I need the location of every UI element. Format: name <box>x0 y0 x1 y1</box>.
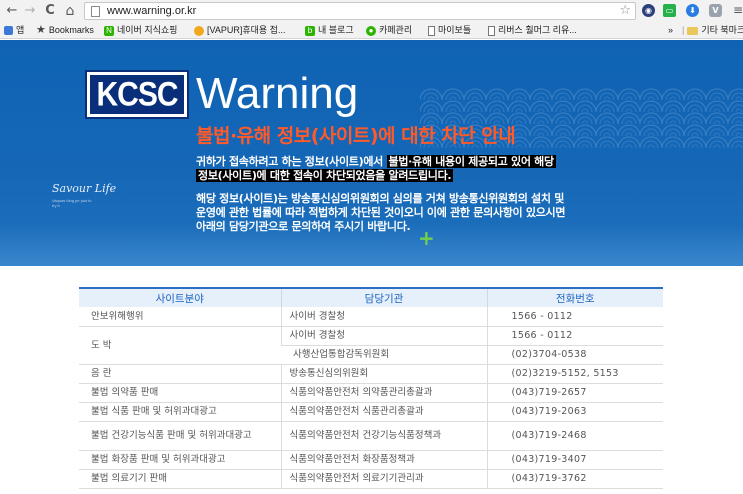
phone-cell: (043)719-3407 <box>486 450 663 470</box>
folder-icon <box>687 26 699 35</box>
table-row: 불법 의약품 판매 식품의약품안전처 의약품관리총괄과 (043)719-265… <box>79 383 663 403</box>
browser-toolbar: ← → C ⌂ www.warning.or.kr ☆ ◉ ▭ ⬇ V ≡ <box>0 0 743 22</box>
agency-cell: 사이버 경찰청 <box>280 326 487 346</box>
extension-download-icon[interactable]: ⬇ <box>686 4 699 17</box>
agency-cell: 식품의약품안전처 화장품정책과 <box>280 450 487 470</box>
bookmark-star-icon[interactable]: ☆ <box>619 3 631 19</box>
agency-cell: 식품의약품안전처 의료기기관리과 <box>280 469 487 489</box>
field-cell: 도 박 <box>79 326 281 365</box>
page-icon <box>488 25 495 36</box>
vapur-icon <box>194 25 204 36</box>
agency-cell: 사행산업통합감독위원회 <box>281 345 487 365</box>
bookmark-label: 마이보틀 <box>438 25 472 35</box>
agency-cell: 식품의약품안전처 의약품관리총괄과 <box>280 383 487 403</box>
table-row: 불법 화장품 판매 및 허위과대광고 식품의약품안전처 화장품정책과 (043)… <box>79 450 663 470</box>
detail-line-2: 운영에 관한 법률에 따라 적법하게 차단된 것이오니 이에 관한 문의사항이 … <box>196 206 566 219</box>
address-bar[interactable]: www.warning.or.kr ☆ <box>84 2 636 20</box>
extension-tab-icon[interactable]: ▭ <box>663 4 676 17</box>
bookmark-mybottle[interactable]: 마이보틀 <box>428 24 471 37</box>
phone-cell: (043)719-2657 <box>486 383 663 403</box>
phone-cell: 1566 - 0112 <box>486 307 663 327</box>
bookmarks-overflow-button[interactable]: » <box>668 24 673 37</box>
bookmark-my-blog[interactable]: b 내 블로그 <box>305 24 354 37</box>
agency-cell: 사이버 경찰청 <box>280 307 487 327</box>
phone-cell: (043)719-2063 <box>486 402 663 422</box>
table-row: 도 박 사이버 경찰청 1566 - 0112 <box>79 326 663 365</box>
field-cell: 불법 건강기능식품 판매 및 허위과대광고 <box>79 421 281 451</box>
contact-table: 사이트분야 담당기관 전화번호 안보위해행위 사이버 경찰청 1566 - 01… <box>79 287 663 489</box>
url-text: www.warning.or.kr <box>107 5 197 17</box>
watermark-subtext: Vaquas blog pe·just to try it <box>52 198 92 208</box>
bookmark-label: Bookmarks <box>48 25 94 35</box>
home-icon[interactable]: ⌂ <box>62 3 78 19</box>
forward-arrow-icon[interactable]: → <box>22 3 38 19</box>
bookmark-label: 카페관리 <box>379 25 413 35</box>
phone-cell: (02)3704-0538 <box>486 345 663 365</box>
table-row: 안보위해행위 사이버 경찰청 1566 - 0112 <box>79 307 663 327</box>
bookmark-other-folder[interactable]: | 기타 북마크 <box>682 24 743 37</box>
page-icon <box>428 25 435 36</box>
notice-line-1: 귀하가 접속하려고 하는 정보(사이트)에서 불법·유해 내용이 제공되고 있어… <box>196 155 556 168</box>
bookmark-label: 내 블로그 <box>318 25 354 35</box>
notice-highlight: 불법·유해 내용이 제공되고 있어 해당 <box>386 155 556 168</box>
field-cell: 불법 의료기기 판매 <box>79 469 281 489</box>
notice-highlight: 정보(사이트)에 대한 접속이 차단되었음을 알려드립니다. <box>196 169 454 182</box>
field-cell: 불법 화장품 판매 및 허위과대광고 <box>79 450 281 470</box>
field-cell: 불법 의약품 판매 <box>79 383 281 403</box>
header-phone: 전화번호 <box>486 287 663 307</box>
bookmark-label: 리버스 훨머그 리유... <box>498 25 577 35</box>
reload-icon[interactable]: C <box>42 3 58 19</box>
block-notice-headline: 불법·유해 정보(사이트)에 대한 차단 안내 <box>196 125 516 147</box>
bookmark-label: [VAPUR]휴대용 접... <box>207 25 286 35</box>
phone-cell: (043)719-2468 <box>486 421 663 451</box>
bookmark-label: 네이버 지식쇼핑 <box>117 25 178 35</box>
field-cell: 안보위해행위 <box>79 307 281 327</box>
banner-bottom-fade <box>0 224 743 266</box>
warning-title: Warning <box>196 69 359 118</box>
table-row: 음 란 방송통신심의위원회 (02)3219-5152, 5153 <box>79 364 663 384</box>
apps-icon <box>4 26 13 35</box>
back-arrow-icon[interactable]: ← <box>4 3 20 19</box>
phone-cell: (02)3219-5152, 5153 <box>486 364 663 384</box>
notice-line-2: 정보(사이트)에 대한 접속이 차단되었음을 알려드립니다. <box>196 169 454 183</box>
agency-cell: 방송통신심의위원회 <box>280 364 487 384</box>
table-header-row: 사이트분야 담당기관 전화번호 <box>79 287 663 307</box>
phone-cell: 1566 - 0112 <box>486 326 663 346</box>
cafe-icon: ● <box>366 25 376 36</box>
bookmark-bookmarks[interactable]: ★ Bookmarks <box>36 24 94 37</box>
kcsc-logo: KCSC <box>85 70 189 119</box>
star-icon: ★ <box>36 24 46 36</box>
bookmark-label: 앱 <box>16 25 25 35</box>
warning-banner: KCSC Warning 불법·유해 정보(사이트)에 대한 차단 안내 귀하가… <box>0 40 743 266</box>
header-field: 사이트분야 <box>79 287 281 307</box>
phone-cell: (043)719-3762 <box>486 469 663 489</box>
bookmarks-bar: 앱 ★ Bookmarks N 네이버 지식쇼핑 [VAPUR]휴대용 접...… <box>0 22 743 39</box>
agency-cell: 식품의약품안전처 건강기능식품정책과 <box>280 421 487 451</box>
bookmark-apps[interactable]: 앱 <box>4 24 24 37</box>
detail-line-1: 해당 정보(사이트)는 방송통신심의위원회의 심의를 거쳐 방송통신위원회의 설… <box>196 192 565 205</box>
table-row: 불법 건강기능식품 판매 및 허위과대광고 식품의약품안전처 건강기능식품정책과… <box>79 421 663 451</box>
bookmark-cafe-admin[interactable]: ● 카페관리 <box>366 24 412 37</box>
field-cell: 불법 식품 판매 및 허위과대광고 <box>79 402 281 422</box>
table-row: 불법 식품 판매 및 허위과대광고 식품의약품안전처 식품관리총괄과 (043)… <box>79 402 663 422</box>
bookmark-reverse-mug[interactable]: 리버스 훨머그 리유... <box>488 24 577 37</box>
extension-v-shield-icon[interactable]: V <box>709 4 722 17</box>
overflow-chevron-icon: » <box>668 25 674 35</box>
page-icon <box>91 6 100 17</box>
savour-life-watermark: Savour Life <box>52 182 117 195</box>
field-cell: 음 란 <box>79 364 281 384</box>
blog-icon: b <box>305 25 315 36</box>
agency-contact-table: 사이트분야 담당기관 전화번호 안보위해행위 사이버 경찰청 1566 - 01… <box>79 287 663 489</box>
extension-shield-icon[interactable]: ◉ <box>642 4 655 17</box>
header-agency: 담당기관 <box>280 287 487 307</box>
agency-cell: 식품의약품안전처 식품관리총괄과 <box>280 402 487 422</box>
table-row: 불법 의료기기 판매 식품의약품안전처 의료기기관리과 (043)719-376… <box>79 469 663 489</box>
bookmark-naver-shopping[interactable]: N 네이버 지식쇼핑 <box>104 24 177 37</box>
menu-icon[interactable]: ≡ <box>733 3 743 18</box>
naver-icon: N <box>104 25 114 36</box>
bookmark-vapur[interactable]: [VAPUR]휴대용 접... <box>194 24 285 37</box>
bookmark-label: 기타 북마크 <box>701 25 743 35</box>
